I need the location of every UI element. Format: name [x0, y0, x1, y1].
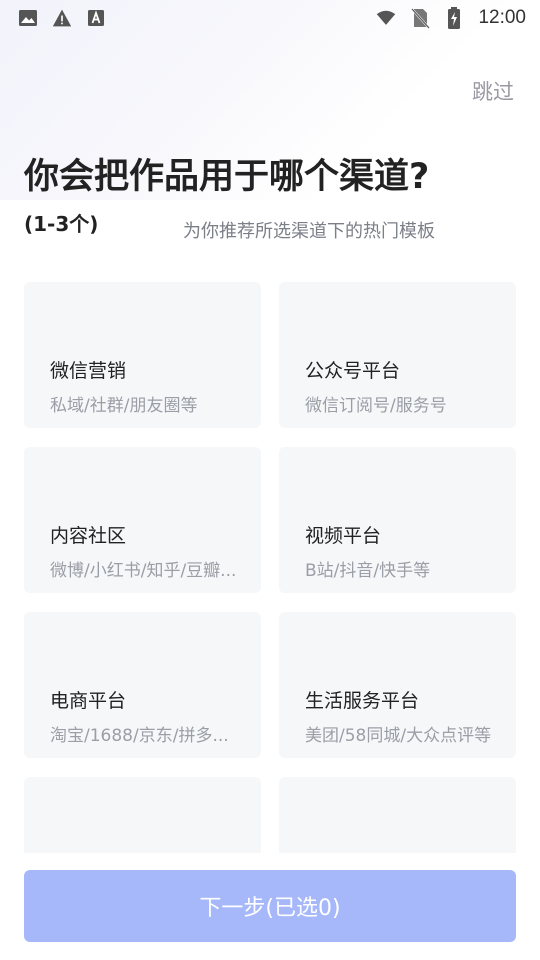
image-icon	[18, 8, 38, 28]
channel-card-official-account[interactable]: 公众号平台 微信订阅号/服务号	[279, 282, 516, 428]
channel-desc: B站/抖音/快手等	[305, 561, 431, 581]
channel-card-video-platform[interactable]: 视频平台 B站/抖音/快手等	[279, 447, 516, 593]
status-bar: 12:00	[0, 0, 540, 36]
channel-desc: 微信订阅号/服务号	[305, 396, 447, 416]
a-box-icon	[86, 8, 106, 28]
warning-icon	[52, 8, 72, 28]
wifi-icon	[376, 8, 396, 28]
channel-desc: 私域/社群/朋友圈等	[50, 396, 198, 416]
channel-desc: 淘宝/1688/京东/拼多...	[50, 726, 229, 746]
channel-title: 公众号平台	[305, 360, 401, 382]
channel-title: 微信营销	[50, 360, 127, 382]
channel-grid: 微信营销 私域/社群/朋友圈等 公众号平台 微信订阅号/服务号 内容社区 微博/…	[24, 282, 516, 853]
next-step-button[interactable]: 下一步(已选0)	[24, 870, 516, 942]
skip-button[interactable]: 跳过	[472, 76, 514, 106]
channel-title: 内容社区	[50, 525, 127, 547]
channel-card-ecommerce[interactable]: 电商平台 淘宝/1688/京东/拼多...	[24, 612, 261, 758]
page-subtitle: 为你推荐所选渠道下的热门模板	[183, 221, 435, 242]
no-sim-icon	[410, 8, 431, 29]
page-title: 你会把作品用于哪个渠道?	[24, 157, 430, 197]
channel-desc: 微博/小红书/知乎/豆瓣...	[50, 561, 237, 581]
battery-charging-icon	[444, 7, 464, 29]
channel-card-wechat-marketing[interactable]: 微信营销 私域/社群/朋友圈等	[24, 282, 261, 428]
selection-limit-hint: (1-3个)	[24, 212, 99, 236]
channel-title: 电商平台	[50, 690, 127, 712]
channel-title: 视频平台	[305, 525, 382, 547]
clock: 12:00	[478, 7, 526, 28]
channel-grid-scroll[interactable]: 微信营销 私域/社群/朋友圈等 公众号平台 微信订阅号/服务号 内容社区 微博/…	[24, 282, 516, 853]
channel-card-partial-7[interactable]	[24, 777, 261, 853]
channel-title: 生活服务平台	[305, 690, 420, 712]
channel-card-content-community[interactable]: 内容社区 微博/小红书/知乎/豆瓣...	[24, 447, 261, 593]
channel-card-partial-8[interactable]	[279, 777, 516, 853]
channel-card-local-services[interactable]: 生活服务平台 美团/58同城/大众点评等	[279, 612, 516, 758]
channel-desc: 美团/58同城/大众点评等	[305, 726, 492, 746]
